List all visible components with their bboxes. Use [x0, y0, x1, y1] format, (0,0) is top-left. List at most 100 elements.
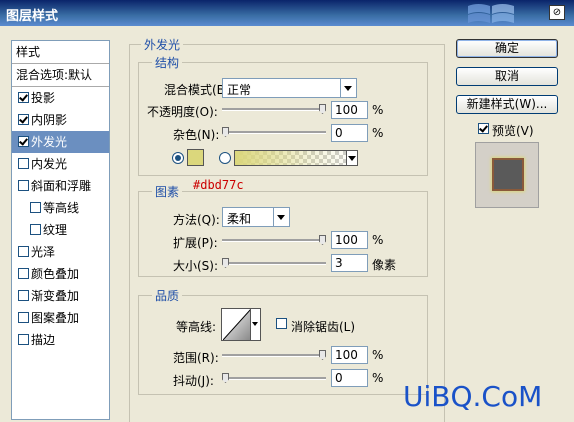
style-item[interactable]: 斜面和浮雕: [12, 175, 109, 197]
opacity-unit: %: [372, 103, 384, 117]
cancel-button[interactable]: 取消: [456, 67, 558, 86]
style-item-checkbox[interactable]: [30, 224, 41, 235]
slider-thumb[interactable]: [319, 350, 326, 360]
slider-thumb[interactable]: [319, 235, 326, 245]
blend-options-label: 混合选项:默认: [16, 68, 93, 82]
preview-layer-square: [492, 158, 524, 191]
size-slider[interactable]: [222, 258, 326, 268]
title-bar: 图层样式 ⊘: [0, 0, 574, 26]
size-unit: 像素: [372, 258, 397, 272]
range-input[interactable]: 100: [331, 346, 368, 364]
close-button[interactable]: ⊘: [549, 5, 565, 20]
style-item[interactable]: 描边: [12, 329, 109, 351]
blend-options-item[interactable]: 混合选项:默认: [12, 64, 109, 87]
jitter-label: 抖动(J):: [173, 374, 214, 388]
style-item-label: 渐变叠加: [31, 289, 80, 303]
style-item-label: 内阴影: [31, 113, 68, 127]
contour-picker[interactable]: [221, 308, 261, 341]
range-slider[interactable]: [222, 350, 326, 360]
solid-color-radio[interactable]: [172, 152, 184, 164]
method-select[interactable]: 柔和: [222, 207, 290, 227]
anti-alias-checkbox[interactable]: [276, 318, 287, 329]
contour-label: 等高线:: [176, 320, 217, 334]
style-item[interactable]: 图案叠加: [12, 307, 109, 329]
style-item[interactable]: 投影: [12, 87, 109, 109]
chevron-down-icon[interactable]: [346, 151, 357, 165]
chevron-down-icon[interactable]: [250, 309, 260, 340]
opacity-input[interactable]: 100: [331, 101, 368, 119]
jitter-unit: %: [372, 371, 384, 385]
watermark: UiBQ.CoM: [403, 380, 543, 413]
anti-alias-label: 消除锯齿(L): [291, 320, 356, 334]
slider-thumb[interactable]: [222, 258, 229, 268]
style-item[interactable]: 内阴影: [12, 109, 109, 131]
new-style-button[interactable]: 新建样式(W)...: [456, 95, 558, 114]
style-item-label: 投影: [31, 91, 56, 105]
preview-label: 预览(V): [492, 124, 534, 138]
style-item-label: 颜色叠加: [31, 267, 80, 281]
range-unit: %: [372, 348, 384, 362]
noise-input[interactable]: 0: [331, 124, 368, 142]
style-item-label: 描边: [31, 333, 56, 347]
style-item[interactable]: 外发光: [12, 131, 109, 153]
noise-unit: %: [372, 126, 384, 140]
style-item-checkbox[interactable]: [18, 334, 29, 345]
noise-slider[interactable]: [222, 127, 326, 137]
slider-thumb[interactable]: [319, 104, 326, 114]
style-item-checkbox[interactable]: [30, 202, 41, 213]
style-item-checkbox[interactable]: [18, 92, 29, 103]
blend-mode-select[interactable]: 正常: [222, 78, 357, 98]
ok-button[interactable]: 确定: [456, 39, 558, 58]
slider-thumb[interactable]: [222, 127, 229, 137]
preview-checkbox[interactable]: [478, 123, 489, 134]
style-item[interactable]: 渐变叠加: [12, 285, 109, 307]
window-title: 图层样式: [6, 9, 59, 24]
gradient-radio[interactable]: [219, 152, 231, 164]
style-item-checkbox[interactable]: [18, 136, 29, 147]
style-item[interactable]: 光泽: [12, 241, 109, 263]
size-input[interactable]: 3: [331, 254, 368, 272]
opacity-slider[interactable]: [222, 104, 326, 114]
spread-input[interactable]: 100: [331, 231, 368, 249]
style-item-checkbox[interactable]: [18, 158, 29, 169]
style-item-label: 等高线: [43, 201, 80, 215]
style-item-checkbox[interactable]: [18, 312, 29, 323]
range-label: 范围(R):: [173, 351, 219, 365]
style-item[interactable]: 等高线: [12, 197, 109, 219]
opacity-label: 不透明度(O):: [147, 105, 218, 119]
jitter-slider[interactable]: [222, 373, 326, 383]
glow-color-swatch[interactable]: [187, 149, 204, 166]
style-item-checkbox[interactable]: [18, 114, 29, 125]
chevron-down-icon: [340, 79, 356, 97]
style-item[interactable]: 颜色叠加: [12, 263, 109, 285]
style-item[interactable]: 内发光: [12, 153, 109, 175]
styles-header[interactable]: 样式: [12, 41, 109, 64]
style-item-checkbox[interactable]: [18, 290, 29, 301]
elements-title: 图素: [152, 183, 183, 200]
spread-slider[interactable]: [222, 235, 326, 245]
outer-glow-title: 外发光: [141, 36, 184, 53]
style-item-label: 纹理: [43, 223, 68, 237]
gradient-picker[interactable]: [234, 150, 358, 166]
chevron-down-icon: [273, 208, 289, 226]
noise-label: 杂色(N):: [173, 128, 220, 142]
style-item-label: 图案叠加: [31, 311, 80, 325]
spread-label: 扩展(P):: [173, 236, 218, 250]
style-item[interactable]: 纹理: [12, 219, 109, 241]
method-label: 方法(Q):: [173, 213, 220, 227]
style-item-label: 内发光: [31, 157, 68, 171]
structure-title: 结构: [152, 54, 183, 71]
preview-thumbnail: [475, 142, 539, 208]
slider-thumb[interactable]: [222, 373, 229, 383]
quality-title: 品质: [152, 287, 183, 304]
style-item-checkbox[interactable]: [18, 180, 29, 191]
styles-list: 样式 混合选项:默认 投影内阴影外发光内发光斜面和浮雕等高线纹理光泽颜色叠加渐变…: [11, 40, 110, 420]
style-item-checkbox[interactable]: [18, 268, 29, 279]
blend-mode-value: 正常: [227, 83, 252, 97]
jitter-input[interactable]: 0: [331, 369, 368, 387]
style-item-label: 光泽: [31, 245, 56, 259]
style-item-label: 斜面和浮雕: [31, 179, 92, 193]
style-item-checkbox[interactable]: [18, 246, 29, 257]
style-item-label: 外发光: [31, 135, 68, 149]
windows-logo-icon: [468, 4, 514, 23]
